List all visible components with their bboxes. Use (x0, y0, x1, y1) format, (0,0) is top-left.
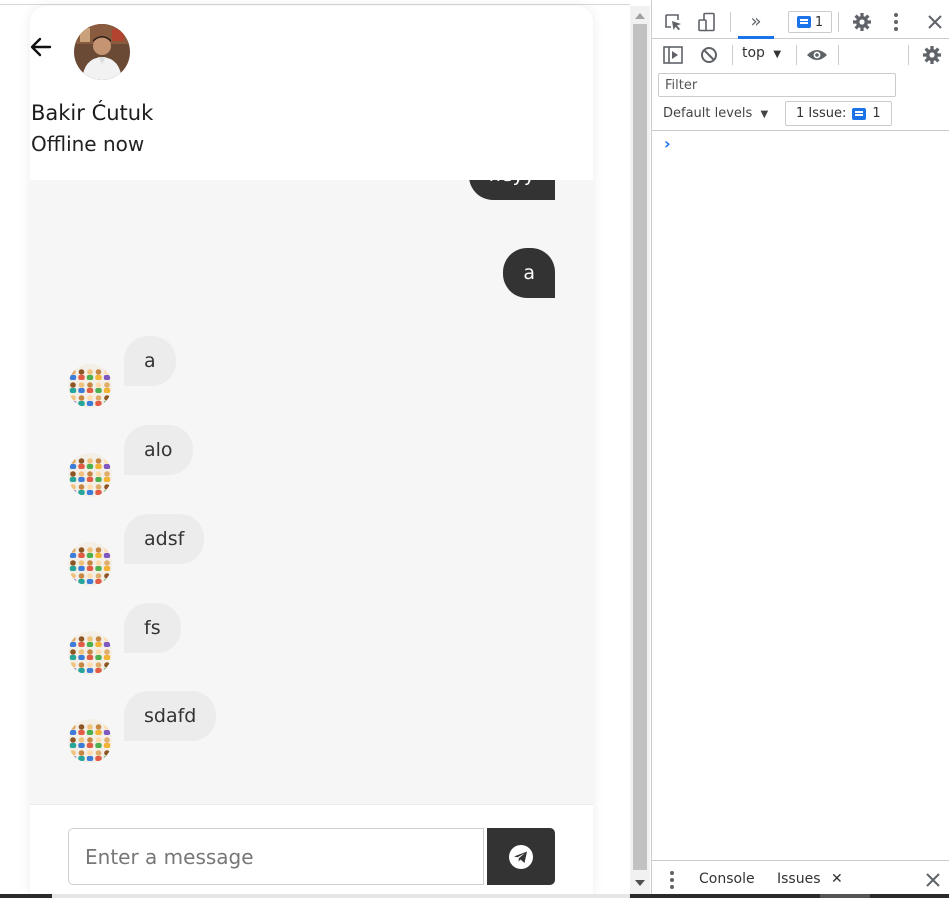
message-input[interactable] (68, 828, 484, 885)
issue-count: 1 (872, 106, 881, 121)
toolbar-separator (838, 12, 839, 32)
sender-avatar (68, 719, 112, 763)
toolbar-separator (796, 45, 797, 65)
incoming-message: fs (124, 603, 181, 653)
chat-window: heyy a a alo adsf fs sdafd (30, 6, 593, 894)
sender-avatar (68, 453, 112, 497)
incoming-message: a (124, 336, 176, 386)
contact-name: Bakir Ćutuk (31, 101, 154, 125)
chat-header: Bakir Ćutuk Offline now (30, 6, 593, 180)
sender-avatar (68, 364, 112, 408)
sender-avatar (68, 542, 112, 586)
message-text: a (523, 262, 535, 284)
clear-console-icon[interactable] (698, 45, 720, 65)
message-composer (30, 804, 593, 894)
toolbar-separator (838, 45, 839, 65)
context-value: top (742, 45, 765, 61)
taskbar-highlight (52, 894, 630, 898)
message-text: alo (144, 439, 173, 461)
live-expression-eye-icon[interactable] (804, 45, 830, 65)
back-button[interactable] (30, 36, 52, 58)
tab-console[interactable]: Console (699, 871, 755, 887)
tab-issues[interactable]: Issues ✕ (777, 871, 843, 887)
tab-issues-label: Issues (777, 871, 821, 887)
outgoing-message: a (503, 248, 555, 298)
send-button[interactable] (487, 828, 555, 885)
dropdown-arrow-icon: ▼ (760, 109, 769, 120)
arrow-left-icon (30, 37, 52, 57)
message-icon (852, 107, 867, 120)
toolbar-separator (908, 45, 909, 65)
issue-label: 1 Issue: (796, 106, 847, 121)
inspect-element-icon[interactable] (662, 11, 684, 33)
close-devtools-icon[interactable] (924, 10, 946, 34)
message-icon (796, 16, 811, 28)
toolbar-separator (732, 45, 733, 65)
scroll-up-arrow-icon[interactable] (635, 13, 645, 19)
log-levels-dropdown[interactable]: Default levels ▼ (663, 106, 768, 121)
incoming-message: sdafd (124, 691, 217, 741)
more-tabs-chevron-icon[interactable]: » (744, 9, 768, 33)
toolbar-separator (730, 12, 731, 32)
devtools-toolbar: » 1 (652, 6, 949, 39)
issues-counter-badge[interactable]: 1 (788, 11, 832, 33)
page-scrollbar[interactable] (630, 6, 650, 894)
incoming-message: alo (124, 425, 193, 475)
taskbar-highlight (820, 894, 870, 898)
contact-status: Offline now (31, 132, 145, 156)
settings-gear-icon[interactable] (850, 10, 874, 34)
issues-chip[interactable]: 1 Issue: 1 (785, 101, 892, 126)
console-prompt-chevron-icon[interactable]: › (664, 134, 671, 153)
message-text: a (144, 350, 156, 372)
log-levels-label: Default levels (663, 106, 753, 121)
close-tab-icon[interactable]: ✕ (831, 871, 843, 887)
issues-count: 1 (814, 14, 824, 30)
scrollbar-thumb[interactable] (633, 24, 647, 870)
show-sidebar-icon[interactable] (662, 45, 684, 65)
drawer-menu-kebab-icon[interactable] (666, 870, 678, 890)
sender-avatar (68, 631, 112, 675)
message-text: fs (144, 617, 161, 639)
console-filter-input[interactable] (658, 73, 896, 97)
console-toolbar: top ▼ (652, 39, 949, 71)
incoming-message: adsf (124, 514, 205, 564)
console-settings-gear-icon[interactable] (920, 44, 944, 66)
devtools-panel: » 1 top ▼ Filter Default levels ▼ 1 Issu… (651, 0, 949, 898)
message-text: sdafd (144, 705, 197, 727)
dropdown-arrow-icon: ▼ (773, 49, 782, 60)
scroll-down-arrow-icon[interactable] (635, 880, 645, 886)
taskbar-edge (0, 894, 949, 898)
contact-avatar (74, 24, 130, 80)
message-list[interactable]: heyy a a alo adsf fs sdafd (30, 150, 593, 804)
devtools-drawer: Console Issues ✕ (652, 860, 949, 898)
message-text: adsf (144, 528, 185, 550)
device-toolbar-icon[interactable] (696, 11, 718, 33)
browser-edge (0, 0, 630, 5)
context-selector[interactable]: top ▼ (742, 45, 781, 61)
divider (652, 130, 949, 131)
close-drawer-icon[interactable] (924, 871, 942, 889)
more-options-kebab-icon[interactable] (888, 10, 904, 34)
telegram-send-icon (509, 844, 533, 869)
page: heyy a a alo adsf fs sdafd (0, 0, 949, 898)
